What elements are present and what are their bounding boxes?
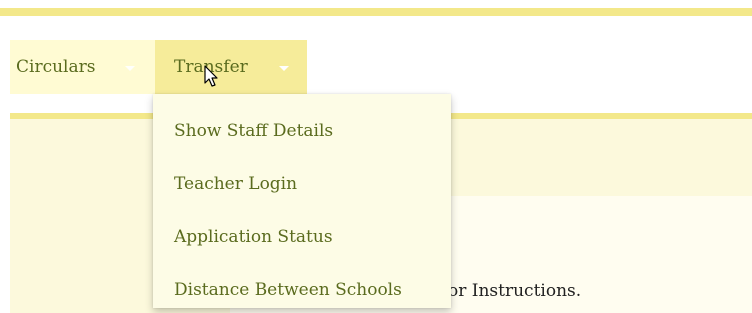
menu-item-application-status[interactable]: Application Status: [153, 210, 451, 263]
mouse-pointer-icon: [204, 65, 218, 87]
chevron-down-icon: [279, 66, 289, 71]
page: Circulars Transfer or Instructions. Show…: [0, 0, 752, 313]
menu-item-teacher-login[interactable]: Teacher Login: [153, 157, 451, 210]
menu-item-show-staff-details[interactable]: Show Staff Details: [153, 104, 451, 157]
menu-item-distance-between-schools[interactable]: Distance Between Schools: [153, 263, 451, 313]
top-accent-stripe: [0, 8, 752, 16]
chevron-down-icon: [125, 66, 135, 71]
nav-item-circulars-label: Circulars: [16, 57, 96, 77]
instructions-text: or Instructions.: [448, 281, 582, 301]
nav-item-transfer[interactable]: Transfer: [155, 40, 307, 94]
nav-item-circulars[interactable]: Circulars: [10, 40, 155, 94]
transfer-dropdown-menu: Show Staff Details Teacher Login Applica…: [153, 94, 451, 308]
main-navigation: Circulars Transfer: [10, 40, 307, 94]
